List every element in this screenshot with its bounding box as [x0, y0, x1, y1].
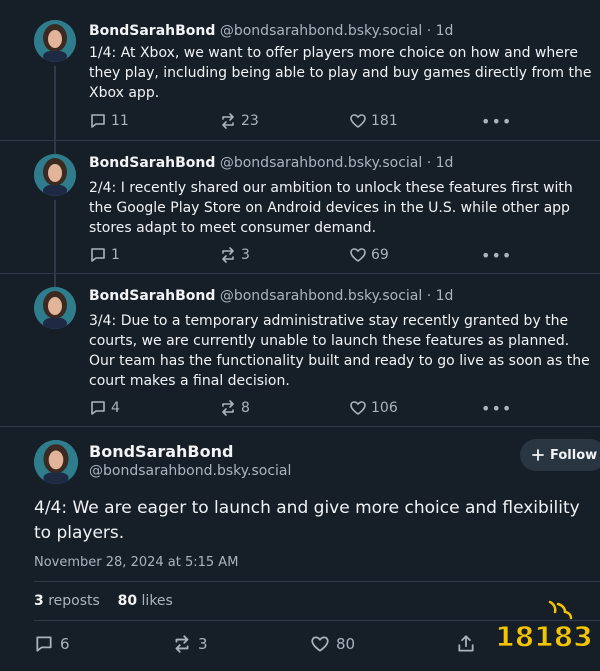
thread-post-2[interactable]: BondSarahBond @bondsarahbond.bsky.social… — [0, 140, 600, 274]
reply-button[interactable]: 1 — [89, 246, 120, 264]
author-handle[interactable]: @bondsarahbond.bsky.social — [220, 288, 422, 304]
reply-count: 4 — [111, 400, 120, 416]
repost-button[interactable]: 23 — [219, 112, 259, 130]
post-header: BondSarahBond @bondsarahbond.bsky.social… — [89, 23, 453, 39]
post-text: 2/4: I recently shared our ambition to u… — [89, 180, 573, 236]
post-header: BondSarahBond @bondsarahbond.bsky.social… — [89, 288, 453, 304]
reply-button[interactable]: 6 — [34, 634, 70, 654]
reply-icon — [91, 114, 105, 128]
like-icon — [350, 248, 366, 262]
author-name[interactable]: BondSarahBond — [89, 155, 215, 171]
separator-dot: · — [426, 23, 432, 39]
reply-count: 6 — [60, 635, 70, 653]
likes-stat[interactable]: 80 likes — [118, 593, 173, 609]
like-icon — [311, 636, 329, 652]
like-count: 80 — [336, 635, 356, 653]
like-button[interactable]: 69 — [349, 246, 389, 264]
like-icon — [350, 114, 366, 128]
more-icon[interactable]: ••• — [481, 112, 512, 131]
watermark-logo: 18183 — [492, 598, 596, 662]
repost-count: 3 — [198, 635, 208, 653]
post-header: BondSarahBond @bondsarahbond.bsky.social… — [89, 155, 453, 171]
repost-button[interactable]: 3 — [219, 246, 250, 264]
follow-label: Follow — [550, 447, 598, 463]
post-actions: 11 23 181 ••• — [89, 112, 512, 132]
repost-count: 8 — [241, 400, 250, 416]
post-timestamp[interactable]: November 28, 2024 at 5:15 AM — [34, 555, 238, 570]
author-handle[interactable]: @bondsarahbond.bsky.social — [220, 23, 422, 39]
post-time[interactable]: 1d — [436, 288, 454, 304]
likes-stat-label: likes — [141, 593, 173, 609]
reply-icon — [91, 248, 105, 262]
repost-count: 23 — [241, 113, 259, 129]
likes-total: 80 — [117, 593, 138, 609]
share-button[interactable] — [456, 634, 476, 654]
watermark-text: 18183 — [495, 620, 592, 653]
post-text: 4/4: We are eager to launch and give mor… — [34, 498, 580, 543]
post-time[interactable]: 1d — [436, 23, 454, 39]
like-button[interactable]: 80 — [310, 634, 355, 654]
author-name[interactable]: BondSarahBond — [89, 288, 215, 304]
thread-line — [54, 140, 56, 154]
more-icon[interactable]: ••• — [481, 399, 512, 418]
share-icon — [458, 635, 474, 652]
post-text: 1/4: At Xbox, we want to offer players m… — [89, 45, 592, 101]
thread-post-3[interactable]: BondSarahBond @bondsarahbond.bsky.social… — [0, 273, 600, 427]
post-actions: 1 3 69 ••• — [89, 246, 512, 266]
like-count: 69 — [371, 247, 389, 263]
thread-line — [54, 273, 56, 287]
like-count: 181 — [371, 113, 398, 129]
reply-icon — [91, 401, 105, 415]
like-button[interactable]: 181 — [349, 112, 398, 130]
post-time[interactable]: 1d — [436, 155, 454, 171]
avatar[interactable] — [34, 287, 76, 329]
post-actions: 4 8 106 ••• — [89, 399, 512, 419]
separator-dot: · — [426, 288, 432, 304]
author-name[interactable]: BondSarahBond — [89, 23, 215, 39]
avatar[interactable] — [34, 154, 76, 196]
reposts-stat-label: reposts — [48, 593, 100, 609]
reply-button[interactable]: 11 — [89, 112, 129, 130]
repost-button[interactable]: 8 — [219, 399, 250, 417]
author-handle[interactable]: @bondsarahbond.bsky.social — [220, 155, 422, 171]
like-icon — [350, 401, 366, 415]
more-icon[interactable]: ••• — [481, 246, 512, 265]
repost-icon — [222, 400, 234, 416]
follow-button[interactable]: Follow — [520, 439, 600, 471]
repost-icon — [222, 247, 234, 263]
post-text: 3/4: Due to a temporary administrative s… — [89, 313, 590, 389]
avatar[interactable] — [34, 20, 76, 62]
repost-icon — [222, 113, 234, 129]
avatar[interactable] — [34, 440, 78, 484]
reply-count: 1 — [111, 247, 120, 263]
reply-icon — [36, 636, 52, 652]
plus-icon — [532, 449, 544, 461]
like-count: 106 — [371, 400, 398, 416]
reply-count: 11 — [111, 113, 129, 129]
repost-count: 3 — [241, 247, 250, 263]
engagement-stats: 3 reposts 80 likes — [34, 593, 173, 609]
author-handle[interactable]: @bondsarahbond.bsky.social — [89, 463, 291, 479]
reply-button[interactable]: 4 — [89, 399, 120, 417]
reposts-stat[interactable]: 3 reposts — [34, 593, 100, 609]
like-button[interactable]: 106 — [349, 399, 398, 417]
divider — [34, 581, 600, 582]
repost-button[interactable]: 3 — [172, 634, 208, 654]
author-name[interactable]: BondSarahBond — [89, 442, 233, 461]
thread-post-1[interactable]: BondSarahBond @bondsarahbond.bsky.social… — [0, 0, 600, 141]
thread-line — [54, 66, 56, 140]
thread-line — [54, 200, 56, 273]
separator-dot: · — [426, 155, 432, 171]
repost-icon — [175, 635, 189, 653]
reposts-total: 3 — [34, 593, 44, 609]
